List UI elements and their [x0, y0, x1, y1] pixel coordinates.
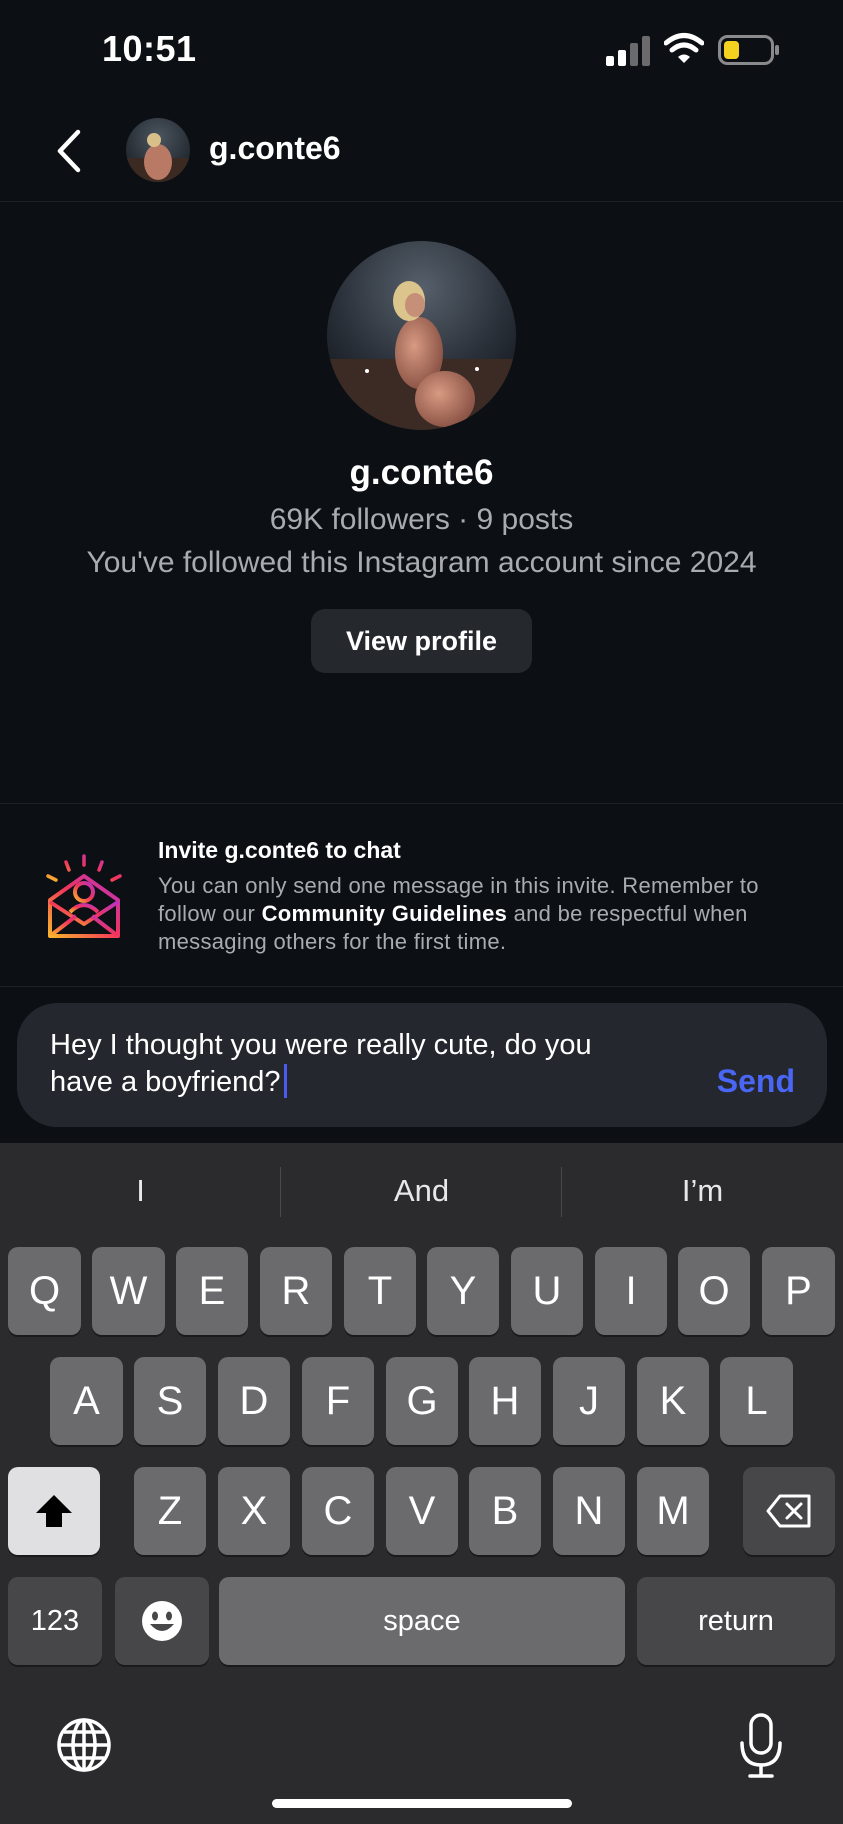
key-x[interactable]: X — [218, 1467, 290, 1555]
key-a[interactable]: A — [50, 1357, 123, 1445]
invite-description: You can only send one message in this in… — [158, 872, 798, 956]
microphone-icon[interactable] — [738, 1713, 784, 1779]
suggestion-2[interactable]: And — [281, 1173, 562, 1209]
key-r[interactable]: R — [260, 1247, 332, 1335]
status-bar: 10:51 — [0, 0, 843, 100]
chat-header: g.conte6 — [0, 100, 843, 202]
send-button[interactable]: Send — [717, 1063, 795, 1100]
profile-card: g.conte6 69K followers · 9 posts You've … — [0, 203, 843, 803]
key-n[interactable]: N — [553, 1467, 625, 1555]
suggestion-3[interactable]: I’m — [562, 1173, 843, 1209]
key-o[interactable]: O — [678, 1247, 750, 1335]
message-text[interactable]: Hey I thought you were really cute, do y… — [50, 1027, 650, 1101]
space-key[interactable]: space — [219, 1577, 625, 1665]
key-m[interactable]: M — [637, 1467, 709, 1555]
back-chevron-icon[interactable] — [50, 126, 90, 176]
globe-icon[interactable] — [54, 1715, 114, 1775]
message-input[interactable]: Hey I thought you were really cute, do y… — [17, 1003, 827, 1127]
key-g[interactable]: G — [386, 1357, 458, 1445]
key-q[interactable]: Q — [8, 1247, 81, 1335]
key-b[interactable]: B — [469, 1467, 541, 1555]
invite-title: Invite g.conte6 to chat — [158, 837, 401, 863]
key-c[interactable]: C — [302, 1467, 374, 1555]
community-guidelines-link[interactable]: Community Guidelines — [262, 901, 508, 926]
emoji-key[interactable] — [115, 1577, 209, 1665]
return-key[interactable]: return — [637, 1577, 835, 1665]
key-s[interactable]: S — [134, 1357, 206, 1445]
key-p[interactable]: P — [762, 1247, 835, 1335]
profile-follow-since: You've followed this Instagram account s… — [86, 546, 757, 579]
key-k[interactable]: K — [637, 1357, 709, 1445]
key-j[interactable]: J — [553, 1357, 625, 1445]
keyboard: I And I’m Q W E R T Y U I O P A S D F G … — [0, 1143, 843, 1824]
status-time: 10:51 — [102, 28, 197, 69]
invite-envelope-icon — [46, 854, 122, 938]
suggestion-bar: I And I’m — [0, 1143, 843, 1243]
header-avatar[interactable] — [126, 118, 190, 182]
emoji-icon — [142, 1601, 182, 1641]
message-value: Hey I thought you were really cute, do y… — [50, 1029, 592, 1098]
key-u[interactable]: U — [511, 1247, 583, 1335]
key-z[interactable]: Z — [134, 1467, 206, 1555]
key-w[interactable]: W — [92, 1247, 165, 1335]
numbers-key[interactable]: 123 — [8, 1577, 102, 1665]
profile-avatar[interactable] — [327, 241, 516, 430]
key-t[interactable]: T — [344, 1247, 416, 1335]
profile-name: g.conte6 — [349, 453, 494, 492]
key-y[interactable]: Y — [427, 1247, 499, 1335]
delete-icon — [766, 1494, 811, 1528]
key-v[interactable]: V — [386, 1467, 458, 1555]
view-profile-button[interactable]: View profile — [311, 609, 532, 673]
profile-stats: 69K followers · 9 posts — [269, 503, 574, 536]
key-e[interactable]: E — [176, 1247, 248, 1335]
delete-key[interactable] — [743, 1467, 835, 1555]
key-h[interactable]: H — [469, 1357, 541, 1445]
text-caret — [283, 1064, 287, 1098]
home-indicator[interactable] — [272, 1799, 572, 1808]
battery-icon — [718, 35, 779, 65]
signal-icon — [606, 36, 650, 66]
key-f[interactable]: F — [302, 1357, 374, 1445]
shift-key[interactable] — [8, 1467, 100, 1555]
key-i[interactable]: I — [595, 1247, 667, 1335]
key-d[interactable]: D — [218, 1357, 290, 1445]
invite-banner: Invite g.conte6 to chat You can only sen… — [0, 803, 843, 987]
suggestion-1[interactable]: I — [0, 1173, 281, 1209]
key-l[interactable]: L — [720, 1357, 793, 1445]
header-username[interactable]: g.conte6 — [209, 130, 341, 167]
shift-icon — [36, 1495, 72, 1527]
wifi-icon — [664, 33, 704, 63]
